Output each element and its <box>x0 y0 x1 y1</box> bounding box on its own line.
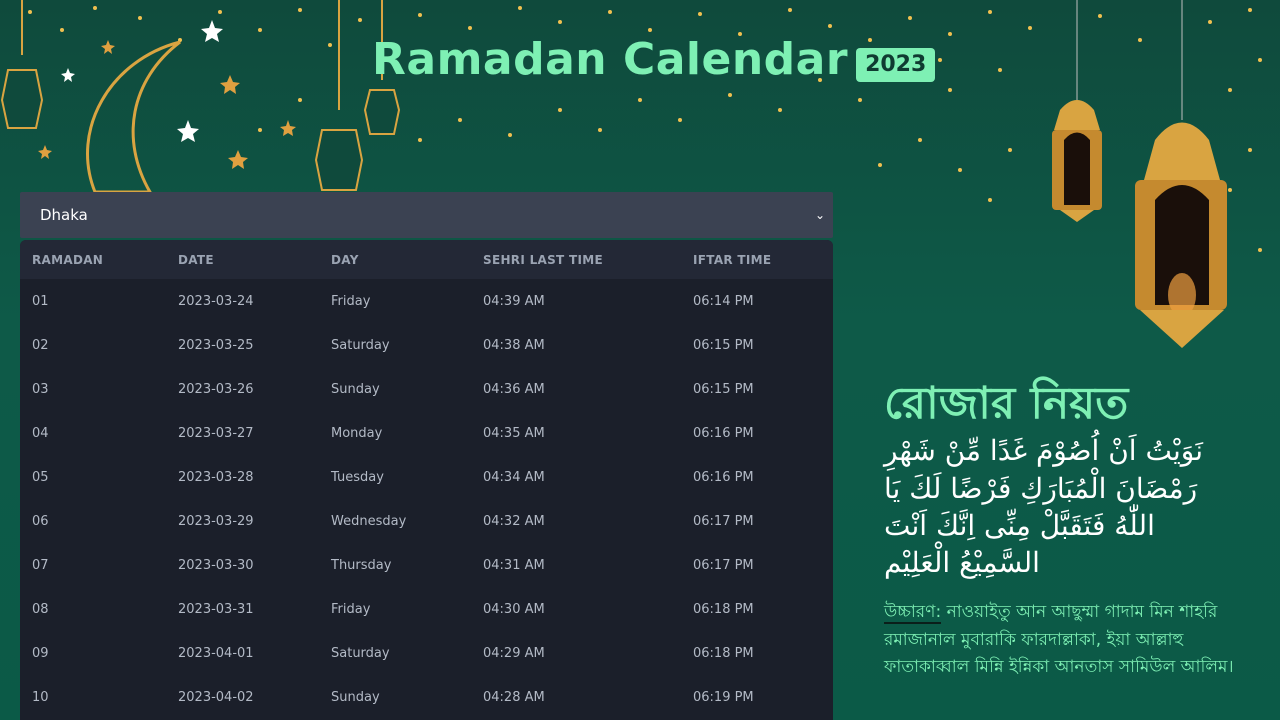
cell-ramadan: 01 <box>32 293 49 309</box>
table-row: 02 2023-03-25 Saturday 04:38 AM 06:15 PM <box>20 323 833 367</box>
cell-iftar: 06:18 PM <box>693 645 754 661</box>
column-header-day: DAY <box>319 240 471 279</box>
table-row: 01 2023-03-24 Friday 04:39 AM 06:14 PM <box>20 279 833 323</box>
cell-day: Saturday <box>331 337 390 353</box>
cell-sehri: 04:35 AM <box>483 425 545 441</box>
table-row: 08 2023-03-31 Friday 04:30 AM 06:18 PM <box>20 587 833 631</box>
lantern-icon <box>0 0 401 191</box>
year-badge: 2023 <box>856 47 936 82</box>
cell-iftar: 06:17 PM <box>693 513 754 529</box>
cell-date: 2023-03-25 <box>178 337 254 353</box>
star-icon <box>61 20 223 142</box>
cell-date: 2023-03-24 <box>178 293 254 309</box>
table-row: 10 2023-04-02 Sunday 04:28 AM 06:19 PM <box>20 675 833 719</box>
cell-day: Tuesday <box>331 469 384 485</box>
table-row: 07 2023-03-30 Thursday 04:31 AM 06:17 PM <box>20 543 833 587</box>
cell-ramadan: 10 <box>32 689 49 705</box>
district-select[interactable]: Dhaka ⌄ <box>20 192 833 238</box>
niyat-panel: রোজার নিয়ত نَوَيْتُ اَنْ اُصُوْمَ غَدًا… <box>884 378 1244 681</box>
pronunciation-label: উচ্চারণ: <box>884 602 942 625</box>
table-row: 04 2023-03-27 Monday 04:35 AM 06:16 PM <box>20 411 833 455</box>
cell-date: 2023-03-30 <box>178 557 254 573</box>
column-header-ramadan: RAMADAN <box>20 240 166 279</box>
cell-date: 2023-03-31 <box>178 601 254 617</box>
cell-iftar: 06:18 PM <box>693 601 754 617</box>
small-stars <box>38 40 296 169</box>
cell-iftar: 06:17 PM <box>693 557 754 573</box>
district-select-value: Dhaka <box>40 206 88 224</box>
table-row: 05 2023-03-28 Tuesday 04:34 AM 06:16 PM <box>20 455 833 499</box>
cell-day: Sunday <box>331 689 380 705</box>
cell-date: 2023-04-02 <box>178 689 254 705</box>
cell-iftar: 06:15 PM <box>693 381 754 397</box>
chevron-down-icon: ⌄ <box>814 208 825 222</box>
cell-ramadan: 05 <box>32 469 49 485</box>
cell-date: 2023-03-29 <box>178 513 254 529</box>
cell-day: Thursday <box>331 557 392 573</box>
cell-sehri: 04:31 AM <box>483 557 545 573</box>
column-header-date: DATE <box>166 240 319 279</box>
cell-sehri: 04:34 AM <box>483 469 545 485</box>
niyat-title: রোজার নিয়ত <box>884 378 1129 429</box>
niyat-pronunciation: উচ্চারণ: নাওয়াইতু আন আছুম্মা গাদাম মিন … <box>884 599 1244 681</box>
cell-date: 2023-03-28 <box>178 469 254 485</box>
cell-ramadan: 03 <box>32 381 49 397</box>
cell-day: Friday <box>331 293 371 309</box>
column-header-sehri: SEHRI LAST TIME <box>471 240 681 279</box>
cell-day: Saturday <box>331 645 390 661</box>
cell-iftar: 06:19 PM <box>693 689 754 705</box>
cell-day: Monday <box>331 425 383 441</box>
cell-date: 2023-03-26 <box>178 381 254 397</box>
page-header: Ramadan Calendar 2023 <box>372 34 936 85</box>
lantern-icon-right <box>1052 0 1227 348</box>
cell-date: 2023-03-27 <box>178 425 254 441</box>
table-row: 03 2023-03-26 Sunday 04:36 AM 06:15 PM <box>20 367 833 411</box>
cell-day: Sunday <box>331 381 380 397</box>
page-title: Ramadan Calendar <box>372 34 849 85</box>
ramadan-table: RAMADAN DATE DAY SEHRI LAST TIME IFTAR T… <box>20 240 833 719</box>
cell-day: Wednesday <box>331 513 407 529</box>
table-row: 06 2023-03-29 Wednesday 04:32 AM 06:17 P… <box>20 499 833 543</box>
cell-ramadan: 08 <box>32 601 49 617</box>
crescent-moon-icon <box>86 40 181 194</box>
cell-sehri: 04:39 AM <box>483 293 545 309</box>
column-header-iftar: IFTAR TIME <box>681 240 833 279</box>
cell-sehri: 04:28 AM <box>483 689 545 705</box>
cell-ramadan: 02 <box>32 337 49 353</box>
cell-sehri: 04:30 AM <box>483 601 545 617</box>
cell-iftar: 06:15 PM <box>693 337 754 353</box>
ramadan-table-card: RAMADAN DATE DAY SEHRI LAST TIME IFTAR T… <box>20 240 833 720</box>
cell-ramadan: 06 <box>32 513 49 529</box>
cell-iftar: 06:16 PM <box>693 425 754 441</box>
cell-sehri: 04:36 AM <box>483 381 545 397</box>
cell-ramadan: 04 <box>32 425 49 441</box>
table-row: 09 2023-04-01 Saturday 04:29 AM 06:18 PM <box>20 631 833 675</box>
table-header-row: RAMADAN DATE DAY SEHRI LAST TIME IFTAR T… <box>20 240 833 279</box>
cell-date: 2023-04-01 <box>178 645 254 661</box>
cell-sehri: 04:29 AM <box>483 645 545 661</box>
cell-iftar: 06:14 PM <box>693 293 754 309</box>
cell-ramadan: 07 <box>32 557 49 573</box>
cell-iftar: 06:16 PM <box>693 469 754 485</box>
niyat-arabic-text: نَوَيْتُ اَنْ اُصُوْمَ غَدًا مِّنْ شَهْر… <box>884 434 1203 580</box>
cell-ramadan: 09 <box>32 645 49 661</box>
cell-sehri: 04:32 AM <box>483 513 545 529</box>
cell-sehri: 04:38 AM <box>483 337 545 353</box>
cell-day: Friday <box>331 601 371 617</box>
